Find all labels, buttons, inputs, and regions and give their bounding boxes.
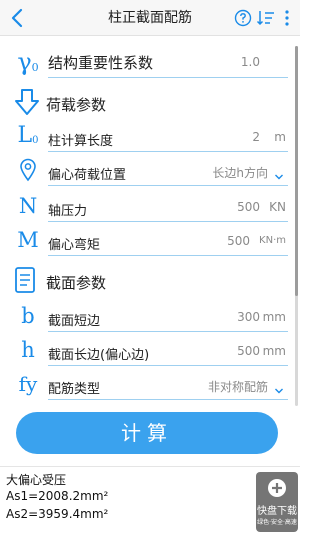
watermark-logo: 快盘下载 绿色·安全·高速 — [256, 472, 298, 532]
scrollbar-thumb[interactable] — [295, 46, 298, 296]
column-length-value[interactable]: 2 — [252, 130, 260, 144]
result-as1: As1=2008.2mm² — [6, 489, 109, 503]
fy-symbol-icon: fy — [18, 372, 38, 396]
n-symbol-icon: N — [18, 193, 38, 218]
b-symbol-icon: b — [21, 303, 35, 328]
long-side-row[interactable]: h 截面长边(偏心边) 500 mm — [0, 336, 292, 366]
chevron-down-icon[interactable] — [274, 166, 284, 185]
reinforcement-type-row[interactable]: fy 配筋类型 非对称配筋 — [0, 370, 292, 400]
divider — [48, 255, 288, 256]
eccentric-position-label: 偏心荷载位置 — [48, 168, 127, 183]
importance-factor-value[interactable]: 1.0 — [241, 55, 260, 69]
eccentric-moment-unit: KN·m — [259, 235, 286, 246]
eccentric-moment-row[interactable]: M 偏心弯矩 500 KN·m — [0, 226, 292, 256]
reinforcement-type-label: 配筋类型 — [48, 382, 101, 397]
long-side-unit: mm — [262, 344, 286, 358]
axial-force-label: 轴压力 — [48, 204, 88, 219]
column-length-unit: m — [274, 130, 286, 144]
short-side-unit: mm — [262, 310, 286, 324]
load-section-title: 荷载参数 — [46, 96, 107, 114]
short-side-row[interactable]: b 截面短边 300 mm — [0, 302, 292, 332]
plus-icon — [267, 478, 287, 502]
l0-symbol-icon: L0 — [17, 123, 39, 148]
more-menu-icon[interactable] — [282, 8, 292, 28]
divider — [48, 151, 288, 152]
column-length-row[interactable]: L0 柱计算长度 2 m — [0, 122, 292, 152]
short-side-label: 截面短边 — [48, 314, 101, 329]
divider — [48, 185, 288, 186]
section-params-title: 截面参数 — [46, 274, 107, 292]
result-as2: As2=3959.4mm² — [6, 507, 109, 521]
divider — [48, 399, 288, 400]
divider — [48, 331, 288, 332]
page-title: 柱正截面配筋 — [108, 10, 192, 26]
document-icon — [14, 266, 36, 298]
chevron-down-icon[interactable] — [274, 380, 284, 399]
column-length-label: 柱计算长度 — [48, 134, 114, 149]
eccentric-moment-label: 偏心弯矩 — [48, 238, 101, 253]
axial-force-value[interactable]: 500 — [237, 200, 260, 214]
top-bar: 柱正截面配筋 — [0, 0, 300, 36]
watermark-brand: 快盘下载 — [257, 506, 297, 517]
down-arrow-icon — [14, 88, 40, 120]
gamma-icon: γ0 — [17, 48, 39, 76]
long-side-label: 截面长边(偏心边) — [48, 348, 150, 363]
divider — [48, 77, 288, 78]
reinforcement-type-select[interactable]: 非对称配筋 — [208, 378, 268, 395]
h-symbol-icon: h — [21, 337, 35, 362]
eccentric-position-row[interactable]: 偏心荷载位置 长边h方向 — [0, 156, 292, 186]
short-side-value[interactable]: 300 — [237, 310, 260, 324]
result-panel: 大偏心受压 As1=2008.2mm² As2=3959.4mm² — [0, 466, 300, 534]
back-arrow-icon[interactable] — [6, 6, 30, 30]
calculate-button[interactable]: 计算 — [16, 412, 278, 454]
scrollbar[interactable] — [295, 46, 298, 406]
location-pin-icon — [14, 156, 42, 184]
divider — [48, 365, 288, 366]
watermark-tagline: 绿色·安全·高速 — [257, 519, 297, 526]
eccentric-position-select[interactable]: 长边h方向 — [212, 164, 268, 181]
importance-factor-row[interactable]: γ0 结构重要性系数 1.0 — [0, 46, 292, 78]
importance-factor-label: 结构重要性系数 — [48, 54, 154, 72]
sort-list-icon[interactable] — [256, 8, 276, 28]
help-icon[interactable] — [234, 9, 252, 27]
divider — [48, 221, 288, 222]
result-type: 大偏心受压 — [6, 473, 67, 487]
axial-force-unit: KN — [269, 200, 286, 214]
long-side-value[interactable]: 500 — [237, 344, 260, 358]
axial-force-row[interactable]: N 轴压力 500 KN — [0, 192, 292, 222]
m-symbol-icon: M — [17, 227, 39, 252]
eccentric-moment-value[interactable]: 500 — [227, 234, 250, 248]
